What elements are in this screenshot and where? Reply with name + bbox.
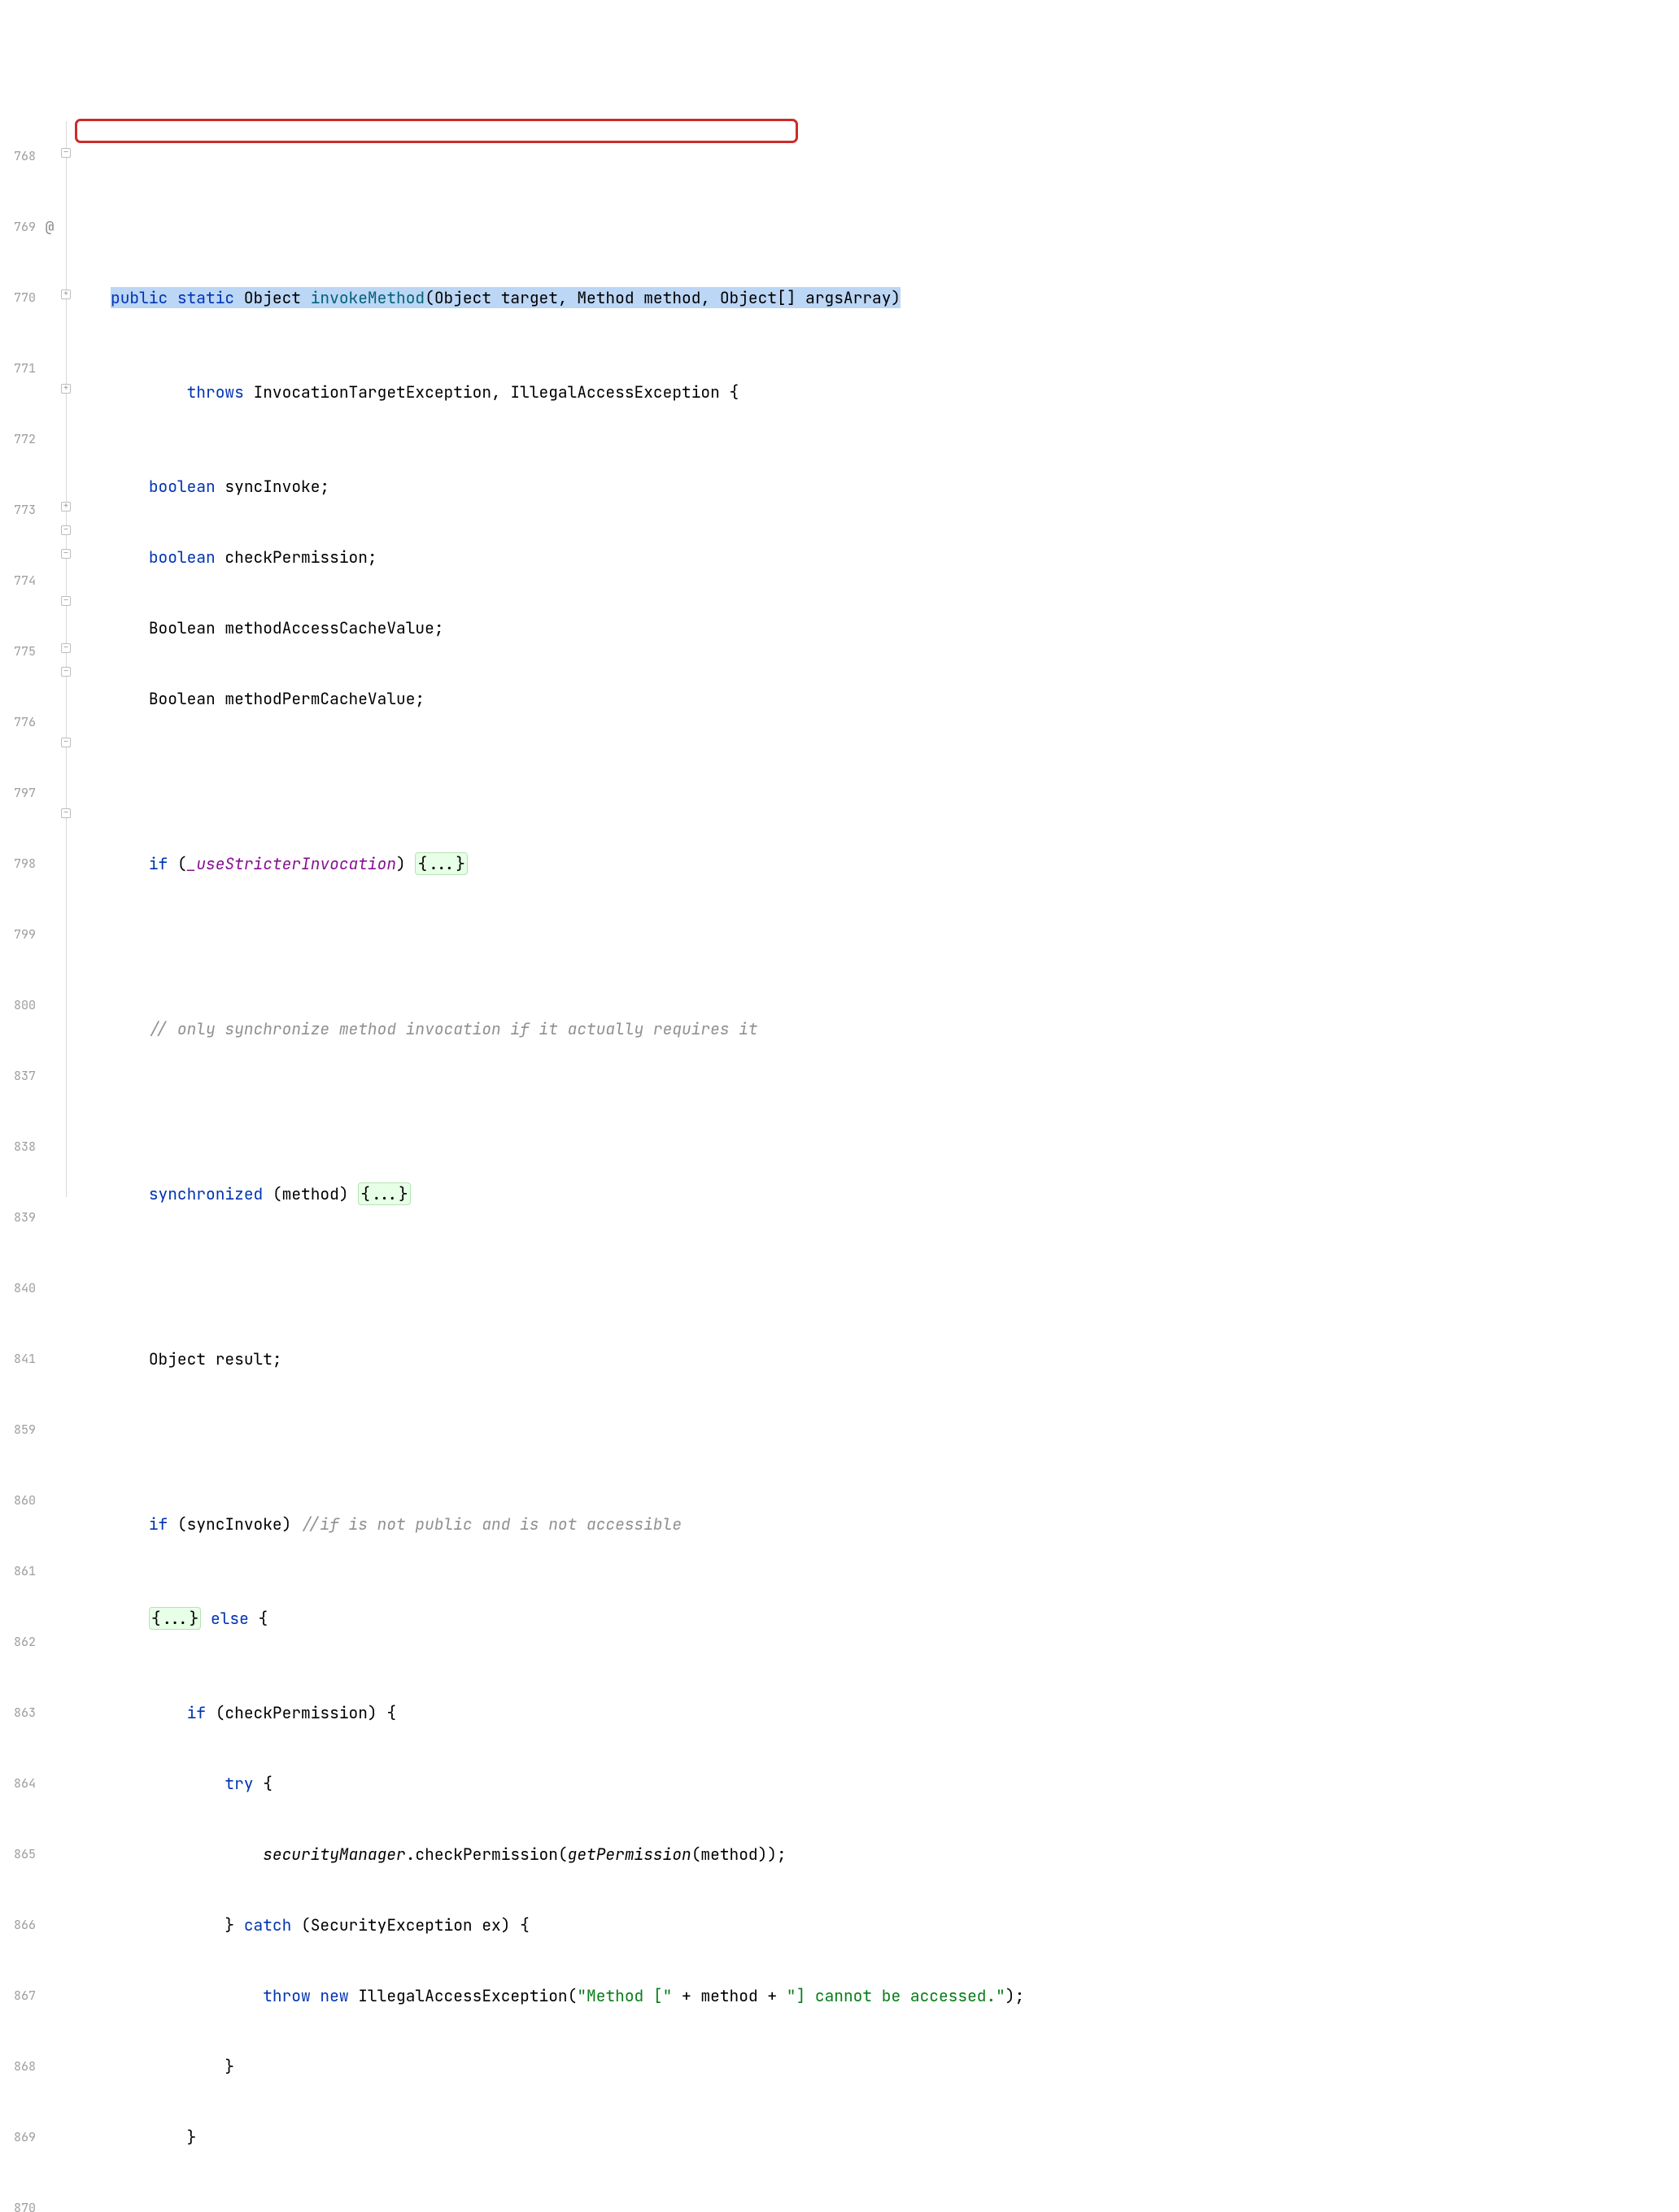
line-number[interactable]: 870 [0, 2197, 36, 2212]
fold-toggle-icon[interactable] [61, 384, 71, 394]
line-number[interactable]: 769 [0, 216, 36, 239]
code-line[interactable]: throw new IllegalAccessException("Method… [111, 1984, 1679, 2008]
line-number[interactable]: 768 [0, 145, 36, 168]
code-line[interactable]: securityManager.checkPermission(getPermi… [111, 1843, 1679, 1866]
line-number[interactable]: 772 [0, 428, 36, 451]
code-line[interactable] [111, 947, 1679, 970]
code-editor: 768 769 770 771 772 773 774 775 776 797 … [0, 94, 1679, 1200]
code-line[interactable]: try { [111, 1772, 1679, 1796]
fold-toggle-icon[interactable] [61, 643, 71, 653]
code-line[interactable]: public static Object invokeMethod(Object… [111, 286, 1679, 310]
code-line[interactable]: if (_useStricterInvocation) {...} [111, 852, 1679, 876]
line-number[interactable]: 776 [0, 711, 36, 734]
code-line[interactable] [111, 1277, 1679, 1300]
fold-guide-line [66, 121, 67, 1197]
code-line[interactable]: } [111, 2055, 1679, 2079]
code-line[interactable]: boolean syncInvoke; [111, 475, 1679, 499]
line-number[interactable]: 862 [0, 1631, 36, 1654]
line-number[interactable]: 861 [0, 1560, 36, 1583]
fold-toggle-icon[interactable] [61, 549, 71, 559]
line-number[interactable]: 773 [0, 499, 36, 522]
code-line[interactable]: } [111, 2126, 1679, 2149]
fold-toggle-icon[interactable] [61, 808, 71, 818]
code-line[interactable] [111, 758, 1679, 782]
line-number[interactable]: 800 [0, 994, 36, 1017]
folded-block[interactable]: {...} [358, 1182, 411, 1205]
line-number[interactable]: 797 [0, 782, 36, 805]
code-line[interactable]: if (checkPermission) { [111, 1701, 1679, 1725]
fold-toggle-icon[interactable] [61, 667, 71, 677]
code-line[interactable]: Boolean methodPermCacheValue; [111, 687, 1679, 711]
line-number[interactable]: 866 [0, 1914, 36, 1937]
line-number[interactable]: 771 [0, 357, 36, 381]
line-number[interactable]: 775 [0, 640, 36, 664]
code-line[interactable]: Boolean methodAccessCacheValue; [111, 616, 1679, 640]
code-line[interactable]: throws InvocationTargetException, Illega… [111, 381, 1679, 404]
line-number[interactable]: 798 [0, 852, 36, 876]
line-number[interactable]: 864 [0, 1772, 36, 1796]
line-number[interactable]: 839 [0, 1206, 36, 1230]
line-number[interactable]: 774 [0, 569, 36, 593]
line-number[interactable]: 841 [0, 1348, 36, 1371]
fold-toggle-icon[interactable] [61, 596, 71, 606]
fold-toggle-icon[interactable] [61, 290, 71, 299]
fold-toggle-icon[interactable] [61, 148, 71, 158]
line-number[interactable]: 868 [0, 2055, 36, 2079]
annotation-gutter: @ [41, 94, 59, 1200]
code-line[interactable]: } catch (SecurityException ex) { [111, 1914, 1679, 1937]
line-number[interactable]: 867 [0, 1984, 36, 2008]
code-line[interactable] [111, 1418, 1679, 1442]
line-number[interactable]: 863 [0, 1701, 36, 1725]
code-area[interactable]: public static Object invokeMethod(Object… [75, 94, 1679, 1200]
fold-toggle-icon[interactable] [61, 738, 71, 747]
code-line[interactable] [111, 2197, 1679, 2212]
line-number-gutter: 768 769 770 771 772 773 774 775 776 797 … [0, 94, 41, 1200]
line-number[interactable]: 860 [0, 1489, 36, 1513]
override-annotation-icon[interactable]: @ [41, 216, 59, 239]
line-number[interactable]: 799 [0, 923, 36, 947]
line-number[interactable]: 840 [0, 1277, 36, 1300]
line-number[interactable]: 770 [0, 286, 36, 310]
code-line[interactable] [111, 1088, 1679, 1112]
fold-toggle-icon[interactable] [61, 502, 71, 512]
code-line[interactable]: {...} else { [111, 1607, 1679, 1631]
line-number[interactable]: 859 [0, 1418, 36, 1442]
method-signature-highlight [75, 119, 798, 143]
line-number[interactable]: 865 [0, 1843, 36, 1866]
folded-block[interactable]: {...} [149, 1607, 202, 1630]
code-line[interactable] [111, 192, 1679, 216]
code-line[interactable]: // only synchronize method invocation if… [111, 1017, 1679, 1041]
code-line[interactable]: boolean checkPermission; [111, 546, 1679, 569]
line-number[interactable]: 838 [0, 1135, 36, 1159]
code-line[interactable]: synchronized (method) {...} [111, 1182, 1679, 1206]
code-line[interactable]: if (syncInvoke) //if is not public and i… [111, 1513, 1679, 1536]
line-number[interactable]: 869 [0, 2126, 36, 2149]
fold-toggle-icon[interactable] [61, 525, 71, 535]
code-line[interactable]: Object result; [111, 1348, 1679, 1371]
folded-block[interactable]: {...} [415, 852, 468, 875]
fold-gutter [59, 94, 75, 1200]
line-number[interactable]: 837 [0, 1065, 36, 1088]
